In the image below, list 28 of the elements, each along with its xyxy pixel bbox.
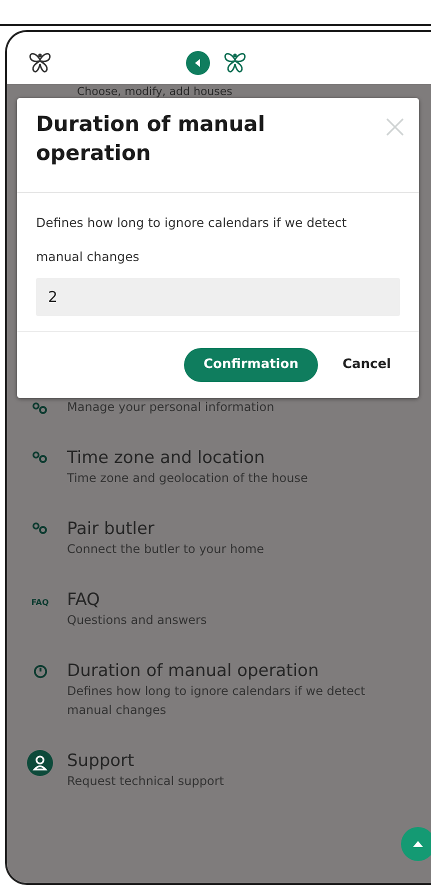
link-circles-icon [32,522,48,534]
user-icon [27,750,53,776]
number-input-field[interactable]: 2 [36,278,400,316]
menu-item-subtitle: Time zone and geolocation of the house [67,470,309,486]
clock-icon [32,664,48,678]
link-circles-icon [32,402,48,414]
menu-item-title[interactable]: Duration of manual operation [67,660,431,682]
menu-item-title[interactable]: FAQ [67,588,257,610]
menu-item-subtitle: Manage your personal information [67,398,276,416]
menu-item-subtitle: Connect the butler to your home [67,540,266,558]
dialog-title: Duration of manual operation [36,111,266,167]
close-icon [385,116,405,137]
menu-item-subtitle: Defines how long to ignore calendars if we detect manual changes [67,682,366,718]
menu-item-title[interactable]: Pair butler [67,518,314,540]
menu-item-subtitle: Choose, modify, add houses [76,85,234,98]
back-arrow-icon [193,58,203,68]
menu-item-title[interactable]: Time zone and location [67,446,358,468]
menu-item-subtitle: Questions and answers [67,612,208,628]
faq-icon: FAQ [31,596,49,630]
menu-item-subtitle: Request technical support [67,772,225,790]
dialog-description: Defines how long to ignore calendars if we detect manual changes [36,214,348,266]
back-button[interactable] [186,51,210,75]
confirmation-button[interactable]: Confirmation [184,348,318,382]
up-arrow-icon [412,840,424,848]
link-circles-icon [32,450,48,462]
menu-item-title[interactable]: Support [67,750,274,772]
scroll-up-button[interactable] [401,827,431,861]
cancel-button[interactable]: Cancel [334,348,399,382]
